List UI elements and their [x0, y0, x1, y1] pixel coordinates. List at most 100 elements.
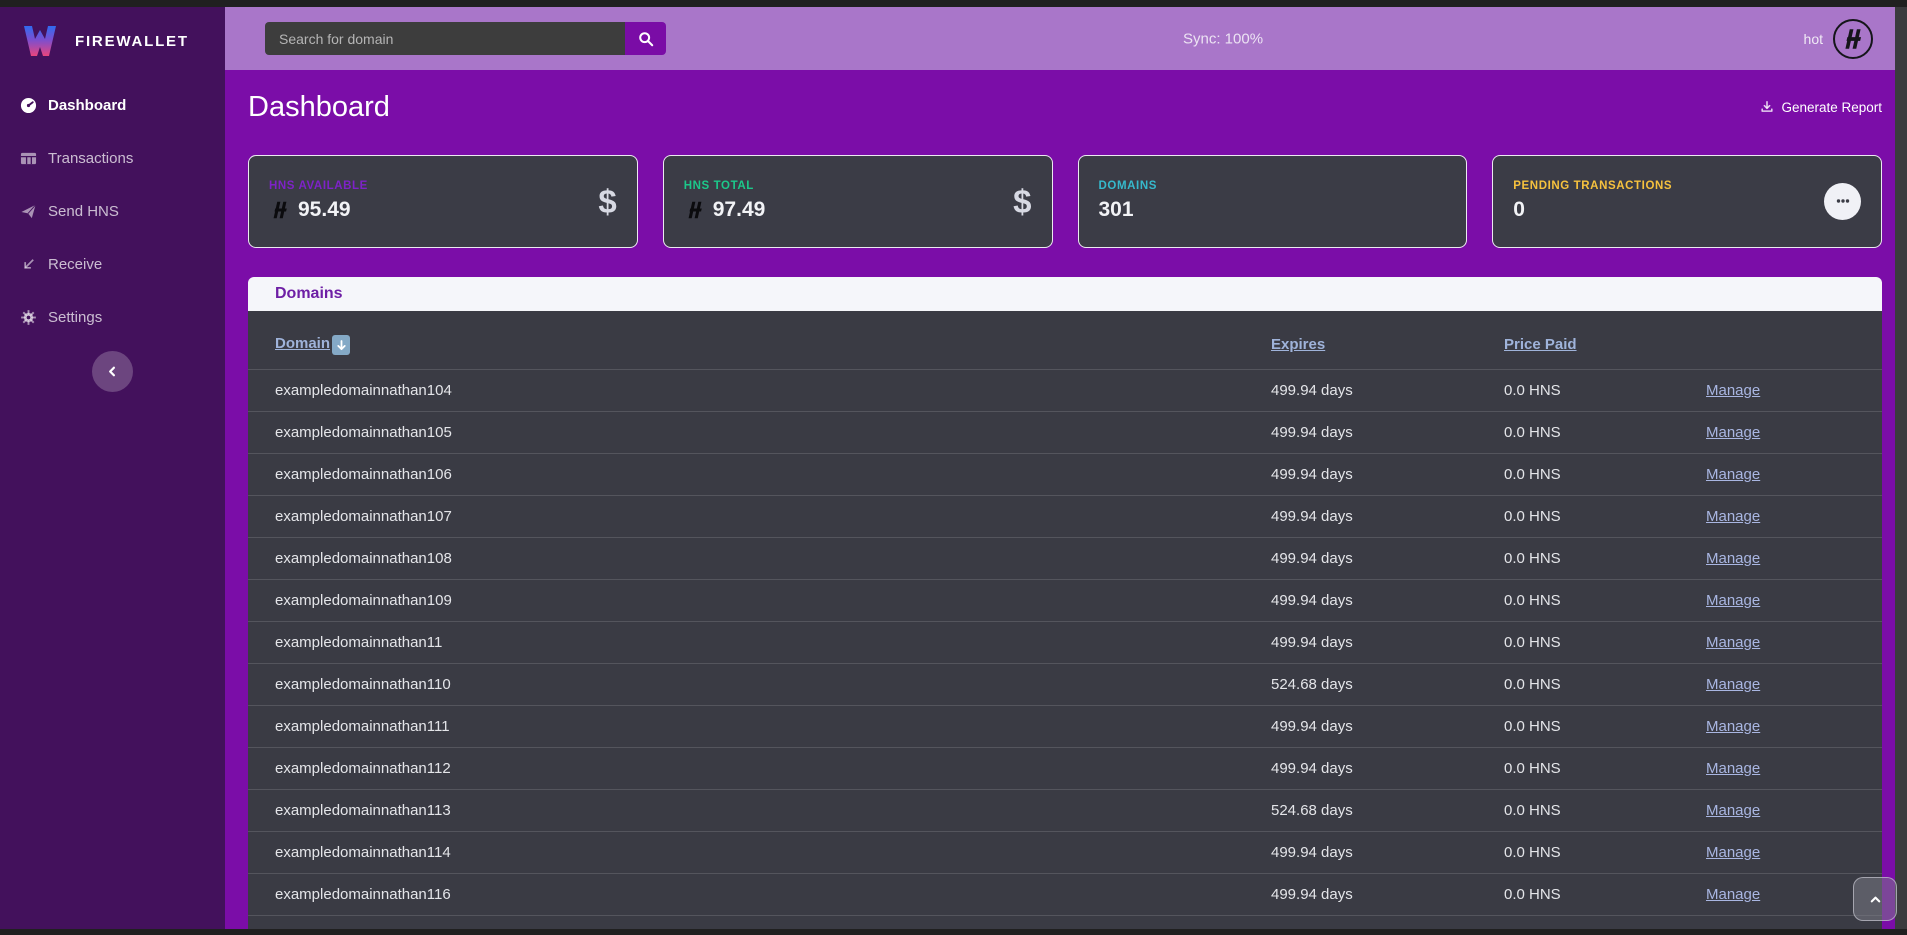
price-paid-cell: 0.0 HNS: [1504, 580, 1706, 622]
sidebar-item-label: Send HNS: [48, 203, 119, 220]
brand[interactable]: FIREWALLET: [0, 7, 225, 67]
pending-actions-button[interactable]: [1824, 183, 1861, 220]
manage-link[interactable]: Manage: [1706, 760, 1760, 777]
column-header-expires[interactable]: Expires: [1271, 336, 1325, 353]
table-row: exampledomainnathan105 499.94 days 0.0 H…: [248, 412, 1882, 454]
expires-cell: 499.94 days: [1271, 874, 1504, 916]
table-row: exampledomainnathan112 499.94 days 0.0 H…: [248, 748, 1882, 790]
price-paid-cell: 0.0 HNS: [1504, 748, 1706, 790]
manage-link[interactable]: Manage: [1706, 886, 1760, 903]
stat-card-value: 97.49: [713, 198, 766, 222]
manage-link[interactable]: Manage: [1706, 382, 1760, 399]
table-icon: [20, 150, 37, 167]
table-header-row: Domain Expires Price Paid: [248, 311, 1882, 370]
manage-link[interactable]: Manage: [1706, 802, 1760, 819]
paper-plane-icon: [20, 203, 37, 220]
domain-cell: exampledomainnathan104: [248, 370, 1271, 412]
generate-report-button[interactable]: Generate Report: [1760, 100, 1882, 115]
ellipsis-icon: [1834, 192, 1852, 210]
expires-cell: 499.94 days: [1271, 706, 1504, 748]
manage-link[interactable]: Manage: [1706, 844, 1760, 861]
page-scrollbar[interactable]: [1895, 7, 1907, 935]
topbar: Sync: 100% hot: [225, 7, 1895, 70]
stat-card-pending-transactions: PENDING TRANSACTIONS 0: [1492, 155, 1882, 248]
domains-panel-title: Domains: [248, 277, 1882, 311]
receive-arrow-icon: [20, 256, 37, 273]
expires-cell: 524.68 days: [1271, 790, 1504, 832]
sidebar-item-settings[interactable]: Settings: [0, 291, 225, 344]
manage-link[interactable]: Manage: [1706, 424, 1760, 441]
generate-report-label: Generate Report: [1781, 100, 1882, 115]
domain-cell: exampledomainnathan111: [248, 706, 1271, 748]
sidebar-item-transactions[interactable]: Transactions: [0, 132, 225, 185]
expires-cell: 499.94 days: [1271, 370, 1504, 412]
sidebar: FIREWALLET Dashboard Transactions Send H…: [0, 7, 225, 935]
domain-cell: exampledomainnathan105: [248, 412, 1271, 454]
expires-cell: 499.94 days: [1271, 412, 1504, 454]
table-row: exampledomainnathan104 499.94 days 0.0 H…: [248, 370, 1882, 412]
stat-card-value: 0: [1513, 198, 1525, 222]
page-title: Dashboard: [248, 90, 390, 125]
sidebar-nav: Dashboard Transactions Send HNS Receive: [0, 79, 225, 344]
dollar-icon: $: [1013, 185, 1031, 218]
table-row: exampledomainnathan108 499.94 days 0.0 H…: [248, 538, 1882, 580]
table-row: exampledomainnathan106 499.94 days 0.0 H…: [248, 454, 1882, 496]
table-row: exampledomainnathan11 499.94 days 0.0 HN…: [248, 622, 1882, 664]
expires-cell: 499.94 days: [1271, 622, 1504, 664]
manage-link[interactable]: Manage: [1706, 508, 1760, 525]
window-top-strip: [0, 0, 1907, 7]
stat-card-value: 301: [1099, 198, 1134, 222]
sidebar-item-label: Settings: [48, 309, 102, 326]
gear-icon: [20, 309, 37, 326]
expires-cell: 499.94 days: [1271, 496, 1504, 538]
tachometer-icon: [20, 97, 37, 114]
price-paid-cell: 0.0 HNS: [1504, 496, 1706, 538]
stat-card-label: HNS TOTAL: [684, 180, 1013, 192]
domain-cell: exampledomainnathan114: [248, 832, 1271, 874]
chevron-left-icon: [105, 364, 120, 379]
sidebar-item-send-hns[interactable]: Send HNS: [0, 185, 225, 238]
price-paid-cell: 0.0 HNS: [1504, 664, 1706, 706]
price-paid-cell: 0.0 HNS: [1504, 538, 1706, 580]
sidebar-collapse-button[interactable]: [92, 351, 133, 392]
domain-cell: exampledomainnathan112: [248, 748, 1271, 790]
sidebar-item-receive[interactable]: Receive: [0, 238, 225, 291]
price-paid-cell: 0.0 HNS: [1504, 706, 1706, 748]
manage-link[interactable]: Manage: [1706, 676, 1760, 693]
sidebar-item-label: Transactions: [48, 150, 133, 167]
manage-link[interactable]: Manage: [1706, 550, 1760, 567]
price-paid-cell: 0.0 HNS: [1504, 790, 1706, 832]
stat-card-hns-available: HNS AVAILABLE 95.49 $: [248, 155, 638, 248]
expires-cell: 499.94 days: [1271, 832, 1504, 874]
domain-cell: exampledomainnathan116: [248, 874, 1271, 916]
column-header-domain[interactable]: Domain: [275, 335, 330, 352]
table-row: exampledomainnathan113 524.68 days 0.0 H…: [248, 790, 1882, 832]
expires-cell: 499.94 days: [1271, 454, 1504, 496]
manage-link[interactable]: Manage: [1706, 634, 1760, 651]
search-icon: [638, 31, 654, 47]
manage-link[interactable]: Manage: [1706, 718, 1760, 735]
domain-cell: exampledomainnathan110: [248, 664, 1271, 706]
expires-cell: 524.68 days: [1271, 664, 1504, 706]
manage-link[interactable]: Manage: [1706, 592, 1760, 609]
table-row: exampledomainnathan116 499.94 days 0.0 H…: [248, 874, 1882, 916]
expires-cell: 499.94 days: [1271, 538, 1504, 580]
domains-panel: Domains Domain Expires Price Paid: [248, 277, 1882, 935]
app-window: FIREWALLET Dashboard Transactions Send H…: [0, 0, 1907, 935]
table-row: exampledomainnathan114 499.94 days 0.0 H…: [248, 832, 1882, 874]
manage-link[interactable]: Manage: [1706, 466, 1760, 483]
sidebar-item-dashboard[interactable]: Dashboard: [0, 79, 225, 132]
search-input[interactable]: [265, 22, 625, 55]
scroll-to-top-button[interactable]: [1853, 877, 1897, 921]
domain-search: [265, 22, 666, 55]
price-paid-cell: 0.0 HNS: [1504, 832, 1706, 874]
sidebar-item-label: Dashboard: [48, 97, 126, 114]
firewallet-logo-icon: [18, 19, 62, 63]
page-header: Dashboard Generate Report: [248, 90, 1882, 125]
table-row: exampledomainnathan107 499.94 days 0.0 H…: [248, 496, 1882, 538]
table-row: exampledomainnathan109 499.94 days 0.0 H…: [248, 580, 1882, 622]
handshake-logo-icon[interactable]: [1833, 19, 1873, 59]
table-row: exampledomainnathan110 524.68 days 0.0 H…: [248, 664, 1882, 706]
search-button[interactable]: [625, 22, 666, 55]
column-header-price-paid[interactable]: Price Paid: [1504, 336, 1577, 353]
